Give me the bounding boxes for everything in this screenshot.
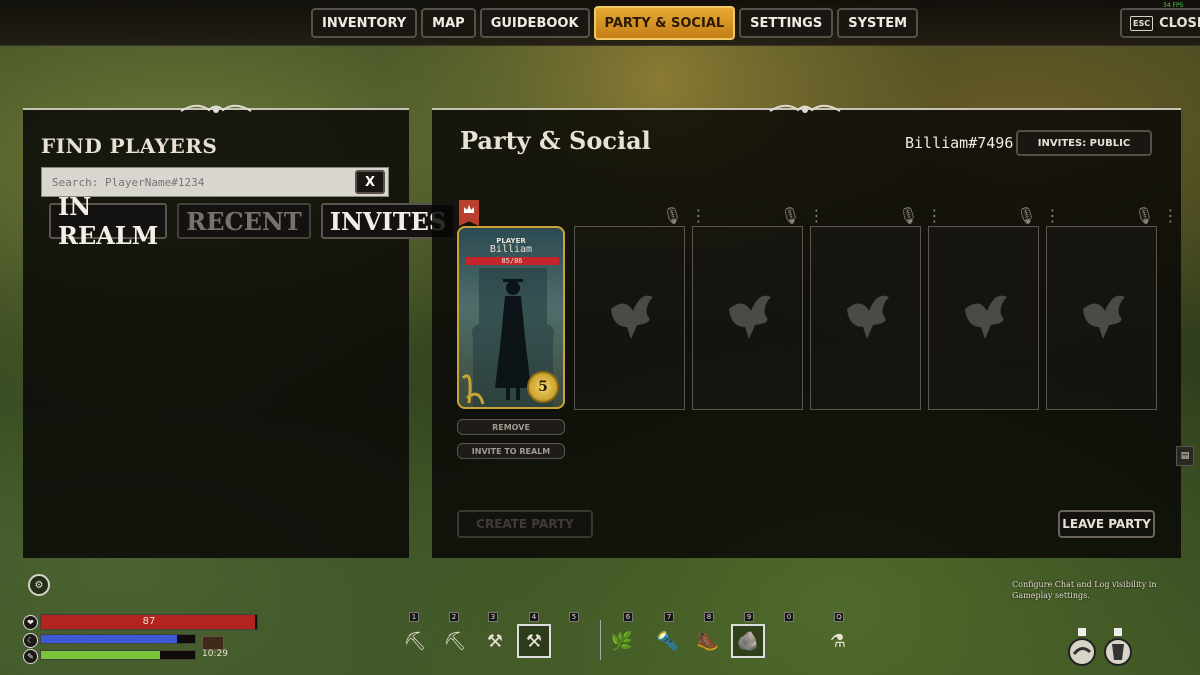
empty-party-slot[interactable]	[692, 226, 803, 410]
close-button[interactable]: ESC CLOSE	[1120, 8, 1200, 38]
tab-party-social[interactable]: PARTY & SOCIAL	[593, 6, 736, 40]
more-options-icon[interactable]: ⋮	[808, 206, 824, 225]
hotbar-key-4: 4	[529, 612, 539, 622]
bird-placeholder-icon	[729, 295, 771, 339]
more-options-icon[interactable]: ⋮	[690, 206, 706, 225]
hotbar-key-5: 5	[569, 612, 579, 622]
player-level-badge: 5	[527, 371, 559, 403]
hotbar-key-8: 8	[704, 612, 714, 622]
slot-controls: 🎙 ⋮	[1134, 206, 1178, 225]
hotbar-slot-8[interactable]: 🥾	[691, 624, 725, 658]
player-filter-tabs: IN REALM RECENT INVITES	[49, 192, 456, 250]
party-leader-crown-icon	[459, 200, 479, 226]
mana-bar	[40, 634, 196, 644]
game-time: 10:29	[202, 649, 228, 659]
fps-counter: 34 FPS	[1163, 2, 1184, 9]
health-potion-icon[interactable]	[1066, 626, 1098, 666]
chat-toggle-icon[interactable]: ▤	[1176, 446, 1194, 466]
empty-party-slot[interactable]	[810, 226, 921, 410]
hotbar-slot-2[interactable]: ⛏	[438, 624, 472, 658]
more-options-icon[interactable]: ⋮	[926, 206, 942, 225]
health-bar: 87	[40, 614, 258, 630]
health-icon: ❤	[23, 615, 38, 630]
hotbar-slot-4[interactable]: ⚒	[517, 624, 551, 658]
slot-controls: 🎙 ⋮	[1016, 206, 1060, 225]
find-players-panel: FIND PLAYERS X IN REALM RECENT INVITES	[23, 104, 456, 558]
hotbar-slot-6[interactable]: 🌿	[605, 624, 639, 658]
stamina-fill	[41, 651, 160, 659]
hotbar-slot-1[interactable]: ⛏	[398, 624, 432, 658]
leave-party-button[interactable]: LEAVE PARTY	[1058, 510, 1155, 538]
top-nav-bar: INVENTORY MAP GUIDEBOOK PARTY & SOCIAL S…	[0, 0, 1200, 46]
tab-in-realm[interactable]: IN REALM	[49, 192, 168, 250]
hotbar-key-6: 6	[623, 612, 633, 622]
microphone-icon[interactable]: 🎙	[780, 206, 800, 225]
create-party-button[interactable]: CREATE PARTY	[457, 510, 593, 538]
hotbar-key-0: 0	[784, 612, 794, 622]
invite-to-realm-button[interactable]: INVITE TO REALM	[457, 443, 565, 459]
player-id: Billiam#7496	[905, 134, 1014, 152]
mana-icon: ☾	[23, 633, 38, 648]
hotbar-slot-0[interactable]	[771, 624, 805, 658]
remove-button[interactable]: REMOVE	[457, 419, 565, 435]
main-nav: INVENTORY MAP GUIDEBOOK PARTY & SOCIAL S…	[311, 6, 919, 40]
card-player-name: Billiam	[489, 244, 533, 255]
empty-party-slot[interactable]	[574, 226, 685, 410]
stamina-bar	[40, 650, 196, 660]
microphone-icon[interactable]: 🎙	[1134, 206, 1154, 225]
hotbar-slot-7[interactable]: 🔦	[651, 624, 685, 658]
page-title: Party & Social	[460, 126, 651, 155]
card-health-bar: 85/86	[465, 257, 559, 265]
stamina-icon: ✎	[23, 649, 38, 664]
microphone-icon[interactable]: 🎙	[898, 206, 918, 225]
hotbar-slot-5[interactable]	[557, 624, 591, 658]
more-options-icon[interactable]: ⋮	[1044, 206, 1060, 225]
esc-key-hint: ESC	[1130, 15, 1154, 31]
microphone-icon[interactable]: 🎙	[1016, 206, 1036, 225]
slot-controls: 🎙 ⋮	[898, 206, 942, 225]
hotbar-key-q: Q	[834, 612, 844, 622]
tab-inventory[interactable]: INVENTORY	[311, 8, 418, 38]
bird-placeholder-icon	[1083, 295, 1125, 339]
slot-controls: 🎙 ⋮	[780, 206, 824, 225]
close-label: CLOSE	[1159, 15, 1200, 31]
hotbar-key-9: 9	[744, 612, 754, 622]
more-options-icon[interactable]: ⋮	[1162, 206, 1178, 225]
hotbar-slot-q[interactable]: ⚗	[821, 624, 855, 658]
player-card[interactable]: PLAYER Billiam 85/86 5	[457, 226, 565, 409]
chat-hint: Configure Chat and Log visibility in Gam…	[1012, 580, 1157, 600]
clear-search-button[interactable]: X	[355, 170, 385, 194]
health-value: 87	[142, 616, 156, 627]
ornament-icon	[769, 104, 841, 113]
party-social-panel: Party & Social Billiam#7496 INVITES: PUB…	[432, 104, 1181, 558]
stamina-potion-icon[interactable]	[1102, 626, 1134, 666]
microphone-icon[interactable]: 🎙	[662, 206, 682, 225]
tab-system[interactable]: SYSTEM	[837, 8, 919, 38]
empty-party-slot[interactable]	[928, 226, 1039, 410]
hotbar-key-2: 2	[449, 612, 459, 622]
invites-privacy-button[interactable]: INVITES: PUBLIC	[1016, 130, 1152, 156]
tab-map[interactable]: MAP	[421, 8, 476, 38]
hotbar-key-7: 7	[664, 612, 674, 622]
bird-placeholder-icon	[611, 295, 653, 339]
mana-fill	[41, 635, 177, 643]
bird-placeholder-icon	[965, 295, 1007, 339]
hotbar-slot-9[interactable]: 🪨	[731, 624, 765, 658]
compass-icon: ⚙	[28, 574, 50, 596]
hotbar-divider	[600, 620, 601, 660]
ornament-icon	[180, 104, 252, 113]
slot-controls: 🎙 ⋮	[662, 206, 706, 225]
tab-guidebook[interactable]: GUIDEBOOK	[479, 8, 590, 38]
equipped-weapon-icon	[202, 636, 224, 650]
hotbar-key-1: 1	[409, 612, 419, 622]
hotbar-slot-3[interactable]: ⚒	[478, 624, 512, 658]
empty-party-slot[interactable]	[1046, 226, 1157, 410]
hotbar-key-3: 3	[488, 612, 498, 622]
find-players-title: FIND PLAYERS	[41, 134, 218, 158]
tab-recent[interactable]: RECENT	[177, 203, 311, 239]
bird-placeholder-icon	[847, 295, 889, 339]
tab-settings[interactable]: SETTINGS	[739, 8, 834, 38]
